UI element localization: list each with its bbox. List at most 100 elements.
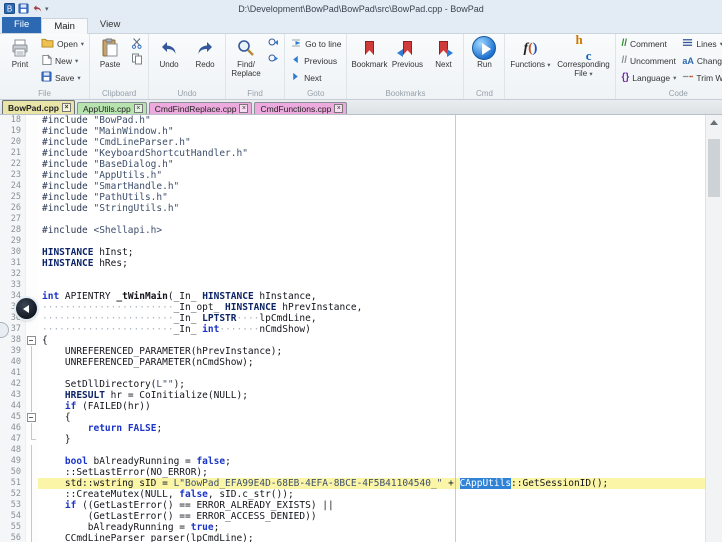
code-text[interactable]: if (FAILED(hr)) <box>38 401 705 412</box>
bookmark-next-button[interactable]: Next <box>425 35 461 88</box>
find-next-button[interactable] <box>264 51 282 67</box>
line-number[interactable]: 48 <box>0 445 26 456</box>
vertical-scrollbar[interactable] <box>705 115 722 542</box>
undo-button[interactable]: Undo <box>151 35 187 88</box>
line-number[interactable]: 43 <box>0 390 26 401</box>
code-editor[interactable]: 18#include "BowPad.h"19#include "MainWin… <box>0 115 705 542</box>
line-number[interactable]: 41 <box>0 368 26 379</box>
file-tab-cmdfindreplace[interactable]: CmdFindReplace.cpp × <box>149 102 253 114</box>
tab-close-icon[interactable]: × <box>239 104 248 113</box>
line-number[interactable]: 26 <box>0 203 26 214</box>
code-text[interactable]: ·······················_In_opt_ HINSTANC… <box>38 302 705 313</box>
line-number[interactable]: 39 <box>0 346 26 357</box>
comment-button[interactable]: // Comment <box>618 35 679 52</box>
code-text[interactable]: int APIENTRY _tWinMain(_In_ HINSTANCE hI… <box>38 291 705 302</box>
tab-close-icon[interactable]: × <box>334 104 343 113</box>
qat-dropdown-icon[interactable]: ▾ <box>45 5 49 13</box>
line-number[interactable]: 22 <box>0 159 26 170</box>
save-icon[interactable] <box>17 3 29 15</box>
bookmark-button[interactable]: Bookmark <box>349 35 389 88</box>
back-button[interactable] <box>16 298 37 319</box>
tab-close-icon[interactable]: × <box>134 104 143 113</box>
line-number[interactable]: 44 <box>0 401 26 412</box>
line-number[interactable]: 47 <box>0 434 26 445</box>
code-text[interactable]: HINSTANCE hInst; <box>38 247 705 258</box>
line-number[interactable]: 42 <box>0 379 26 390</box>
code-text[interactable]: ·······················_In_ LPTSTR····lp… <box>38 313 705 324</box>
line-number[interactable]: 23 <box>0 170 26 181</box>
line-number[interactable]: 50 <box>0 467 26 478</box>
goto-previous-button[interactable]: Previous <box>287 52 344 69</box>
goto-next-button[interactable]: Next <box>287 69 344 86</box>
code-text[interactable] <box>38 214 705 225</box>
code-text[interactable]: std::wstring sID = L"BowPad_EFA99E4D-68E… <box>38 478 705 489</box>
line-number[interactable]: 30 <box>0 247 26 258</box>
redo-button[interactable]: Redo <box>187 35 223 88</box>
ribbon-file-button[interactable]: File <box>2 17 41 33</box>
fold-marker[interactable] <box>26 412 38 423</box>
code-text[interactable]: #include "MainWindow.h" <box>38 126 705 137</box>
language-button[interactable]: {} Language ▾ <box>618 69 679 86</box>
code-text[interactable] <box>38 236 705 247</box>
code-text[interactable]: ::CreateMutex(NULL, false, sID.c_str()); <box>38 489 705 500</box>
ribbon-tab-main[interactable]: Main <box>41 18 88 34</box>
paste-button[interactable]: Paste <box>92 35 128 88</box>
go-to-line-button[interactable]: Go to line <box>287 35 344 52</box>
trim-whitespace-button[interactable]: Trim Whit <box>679 69 722 86</box>
line-number[interactable]: 27 <box>0 214 26 225</box>
code-text[interactable]: #include "SmartHandle.h" <box>38 181 705 192</box>
change-case-button[interactable]: aA Change C <box>679 52 722 69</box>
line-number[interactable]: 24 <box>0 181 26 192</box>
line-number[interactable]: 49 <box>0 456 26 467</box>
line-number[interactable]: 46 <box>0 423 26 434</box>
bowpad-app-icon[interactable]: B <box>3 3 15 15</box>
new-button[interactable]: New ▾ <box>38 52 87 69</box>
code-text[interactable] <box>38 368 705 379</box>
code-text[interactable]: HINSTANCE hRes; <box>38 258 705 269</box>
code-text[interactable]: #include "BaseDialog.h" <box>38 159 705 170</box>
line-number[interactable]: 40 <box>0 357 26 368</box>
code-text[interactable]: #include "AppUtils.h" <box>38 170 705 181</box>
line-number[interactable]: 25 <box>0 192 26 203</box>
code-text[interactable]: bAlreadyRunning = true; <box>38 522 705 533</box>
ribbon-tab-view[interactable]: View <box>88 17 132 33</box>
code-text[interactable] <box>38 445 705 456</box>
print-button[interactable]: Print <box>2 35 38 88</box>
line-number[interactable]: 54 <box>0 511 26 522</box>
line-number[interactable]: 56 <box>0 533 26 542</box>
selected-text[interactable]: CAppUtils <box>460 478 511 489</box>
bookmark-previous-button[interactable]: Previous <box>389 35 425 88</box>
line-number[interactable]: 52 <box>0 489 26 500</box>
code-text[interactable] <box>38 280 705 291</box>
code-text[interactable]: bool bAlreadyRunning = false; <box>38 456 705 467</box>
code-text[interactable]: UNREFERENCED_PARAMETER(hPrevInstance); <box>38 346 705 357</box>
code-text[interactable]: { <box>38 412 705 423</box>
line-number[interactable]: 20 <box>0 137 26 148</box>
corresponding-file-button[interactable]: hc Corresponding File ▾ <box>553 35 613 88</box>
code-text[interactable]: #include "StringUtils.h" <box>38 203 705 214</box>
line-number[interactable]: 33 <box>0 280 26 291</box>
fold-marker[interactable] <box>26 335 38 346</box>
code-text[interactable]: SetDllDirectory(L""); <box>38 379 705 390</box>
code-text[interactable]: { <box>38 335 705 346</box>
lines-button[interactable]: Lines ▾ <box>679 35 722 52</box>
code-text[interactable]: ·······················_In_ int·······nC… <box>38 324 705 335</box>
line-number[interactable]: 28 <box>0 225 26 236</box>
line-number[interactable]: 53 <box>0 500 26 511</box>
code-text[interactable]: HRESULT hr = CoInitialize(NULL); <box>38 390 705 401</box>
line-number[interactable]: 18 <box>0 115 26 126</box>
file-tab-bowpad[interactable]: BowPad.cpp × <box>2 100 75 114</box>
scroll-up-button[interactable] <box>706 115 722 130</box>
uncomment-button[interactable]: // Uncomment <box>618 52 679 69</box>
code-text[interactable]: #include "PathUtils.h" <box>38 192 705 203</box>
run-button[interactable]: Run <box>466 35 502 88</box>
line-number[interactable]: 55 <box>0 522 26 533</box>
undo-icon[interactable] <box>31 3 43 15</box>
code-text[interactable]: UNREFERENCED_PARAMETER(nCmdShow); <box>38 357 705 368</box>
functions-button[interactable]: f() Functions ▾ <box>507 35 553 88</box>
find-previous-button[interactable] <box>264 35 282 51</box>
line-number[interactable]: 45 <box>0 412 26 423</box>
code-text[interactable]: #include "KeyboardShortcutHandler.h" <box>38 148 705 159</box>
save-button[interactable]: Save ▾ <box>38 69 87 86</box>
line-number[interactable]: 29 <box>0 236 26 247</box>
